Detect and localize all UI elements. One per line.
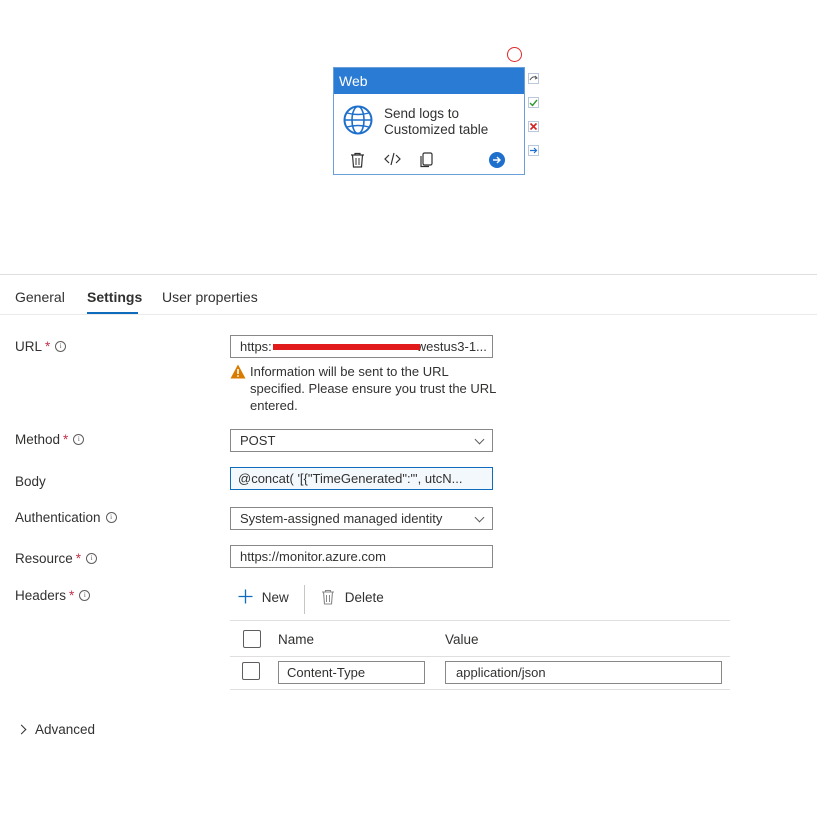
chevron-right-icon[interactable] — [16, 724, 27, 735]
panel-divider — [0, 274, 817, 275]
body-label: Body — [15, 474, 46, 489]
info-icon[interactable]: i — [73, 434, 85, 445]
info-icon[interactable]: i — [55, 341, 67, 352]
code-icon[interactable] — [384, 152, 401, 169]
headers-label: Headers * i — [15, 588, 91, 603]
info-icon[interactable]: i — [86, 553, 98, 564]
column-header-value: Value — [445, 632, 479, 647]
success-icon[interactable] — [528, 97, 539, 108]
completion-icon[interactable] — [528, 145, 539, 156]
chevron-down-icon — [474, 512, 485, 523]
method-dropdown[interactable]: POST — [230, 429, 493, 452]
tab-general[interactable]: General — [15, 289, 65, 305]
table-row: Content-Type application/json — [230, 657, 730, 689]
activity-name: Send logs to Customized table — [384, 106, 489, 137]
header-name-input[interactable]: Content-Type — [278, 661, 425, 684]
selection-indicator — [507, 47, 522, 62]
redaction-mark — [273, 344, 420, 350]
command-divider — [304, 585, 305, 614]
info-icon[interactable]: i — [79, 590, 91, 601]
table-bottom-border — [230, 689, 730, 690]
globe-icon — [343, 105, 373, 135]
web-activity-node[interactable]: Web Send logs to Customized table — [333, 67, 525, 175]
delete-icon — [322, 589, 334, 605]
authentication-label: Authentication i — [15, 510, 117, 525]
body-input[interactable]: @concat( '[{"TimeGenerated":"', utcN... — [230, 467, 493, 490]
row-checkbox[interactable] — [242, 662, 260, 680]
header-value-input[interactable]: application/json — [445, 661, 722, 684]
skip-icon[interactable] — [528, 73, 539, 84]
url-warning-text: Information will be sent to the URL spec… — [250, 364, 496, 413]
copy-icon[interactable] — [419, 152, 434, 171]
warning-icon — [230, 364, 246, 379]
arrow-right-icon[interactable] — [489, 152, 505, 171]
table-top-border — [230, 620, 730, 621]
plus-icon — [238, 589, 253, 604]
resource-input[interactable]: https://monitor.azure.com — [230, 545, 493, 568]
column-header-name: Name — [278, 632, 315, 647]
advanced-toggle[interactable]: Advanced — [35, 722, 95, 737]
url-label: URL * i — [15, 339, 67, 354]
method-label: Method * i — [15, 432, 85, 447]
delete-header-button[interactable]: Delete — [321, 589, 384, 605]
info-icon[interactable]: i — [105, 512, 117, 523]
select-all-checkbox[interactable] — [243, 630, 261, 648]
new-header-button[interactable]: New — [238, 589, 289, 605]
fail-icon[interactable] — [528, 121, 539, 132]
activity-type-label: Web — [334, 68, 524, 94]
resource-label: Resource * i — [15, 551, 98, 566]
tab-settings[interactable]: Settings — [87, 289, 142, 305]
authentication-dropdown[interactable]: System-assigned managed identity — [230, 507, 493, 530]
delete-icon[interactable] — [350, 152, 365, 171]
url-input[interactable]: https: westus3-1... — [230, 335, 493, 358]
tab-user-properties[interactable]: User properties — [162, 289, 258, 305]
tab-bar-divider — [0, 314, 817, 315]
chevron-down-icon — [474, 434, 485, 445]
